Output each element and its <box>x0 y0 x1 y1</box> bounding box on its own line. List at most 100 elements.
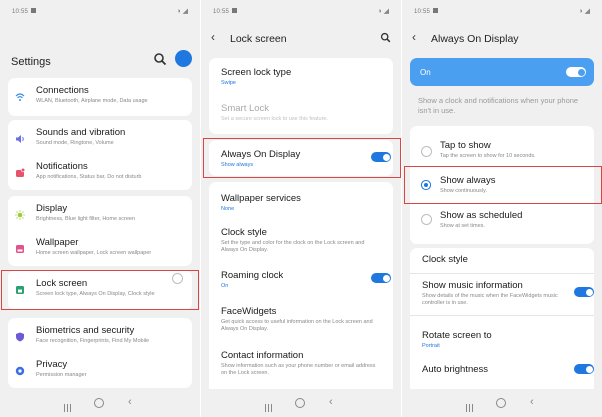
settings-item-privacy[interactable]: Privacy Permission manager <box>8 354 192 388</box>
setting-clock-style[interactable]: Clock style <box>410 254 594 272</box>
settings-screen: 10:55 ◑ ◢ Settings Connections WLAN, Blu… <box>0 0 200 417</box>
option-subtitle: Tap the screen to show for 10 seconds. <box>440 153 536 159</box>
status-bar: 10:55 ◑ ◢ <box>402 0 602 22</box>
page-title: Always On Display <box>431 33 519 45</box>
item-subtitle: WLAN, Bluetooth, Airplane mode, Data usa… <box>36 98 148 104</box>
option-tap-to-show[interactable]: Tap to show Tap the screen to show for 1… <box>428 140 588 166</box>
settings-item-wallpaper[interactable]: Wallpaper Home screen wallpaper, Lock sc… <box>8 232 192 266</box>
item-title: Biometrics and security <box>36 325 135 336</box>
nav-bar: ‹ <box>201 389 401 417</box>
item-title: Clock style <box>221 227 267 238</box>
item-title: Screen lock type <box>221 67 292 78</box>
recents-icon[interactable] <box>466 399 475 412</box>
home-icon[interactable] <box>295 398 305 408</box>
setting-smart-lock[interactable]: Smart Lock Set a secure screen lock to u… <box>209 103 393 129</box>
item-title: Display <box>36 203 68 214</box>
item-subtitle: None <box>221 206 235 212</box>
divider <box>410 273 594 274</box>
item-subtitle: App notifications, Status bar, Do not di… <box>36 174 142 180</box>
item-subtitle: Home screen wallpaper, Lock screen wallp… <box>36 250 152 256</box>
setting-wallpaper-services[interactable]: Wallpaper services None <box>209 193 393 217</box>
always-on-display-master-toggle[interactable] <box>566 67 586 77</box>
item-title: Privacy <box>36 359 68 370</box>
item-subtitle: Set the type and color for the clock on … <box>221 240 365 253</box>
shield-icon <box>16 332 24 342</box>
speaker-icon <box>16 135 24 143</box>
item-subtitle: Swipe <box>221 80 236 86</box>
setting-screen-lock-type[interactable]: Screen lock type Swipe <box>209 67 393 93</box>
search-icon[interactable] <box>380 32 391 43</box>
auto-brightness-toggle[interactable] <box>574 364 594 374</box>
page-title: Settings <box>11 56 51 68</box>
highlight-box <box>404 166 602 204</box>
settings-item-display[interactable]: Display Brightness, Blue light filter, H… <box>8 198 192 232</box>
setting-rotate-screen[interactable]: Rotate screen to Portrait <box>410 330 594 354</box>
feature-description: Show a clock and notifications when your… <box>418 96 579 115</box>
settings-item-sounds[interactable]: Sounds and vibration Sound mode, Rington… <box>8 122 192 156</box>
setting-auto-brightness[interactable]: Auto brightness <box>410 364 594 384</box>
nav-bar: ‹ <box>402 389 602 417</box>
sun-icon <box>15 210 25 220</box>
item-title: Notifications <box>36 161 88 172</box>
item-title: FaceWidgets <box>221 306 277 317</box>
page-title: Lock screen <box>230 33 287 45</box>
always-on-display-screen: 10:55 ◑ ◢ ‹ Always On Display On Show a … <box>402 0 602 417</box>
privacy-icon <box>15 366 25 376</box>
notification-icon <box>31 8 37 13</box>
notification-icon <box>433 8 439 13</box>
settings-item-biometrics[interactable]: Biometrics and security Face recognition… <box>8 320 192 354</box>
divider <box>410 315 594 316</box>
item-title: Wallpaper <box>36 237 79 248</box>
bell-icon <box>16 168 25 177</box>
search-icon[interactable] <box>153 52 167 66</box>
lock-screen-screen: 10:55 ◑ ◢ ‹ Lock screen Screen lock type… <box>201 0 401 417</box>
back-nav-icon[interactable]: ‹ <box>128 396 132 408</box>
item-subtitle: Get quick access to useful information o… <box>221 319 373 332</box>
setting-clock-style[interactable]: Clock style Set the type and color for t… <box>209 227 393 261</box>
item-title: Roaming clock <box>221 270 284 281</box>
item-title: Wallpaper services <box>221 193 301 204</box>
item-subtitle: Show details of the music when the FaceW… <box>422 293 558 306</box>
signal-icon: ◑ ◢ <box>377 8 389 15</box>
wallpaper-icon <box>16 245 24 253</box>
account-avatar[interactable] <box>175 50 192 67</box>
item-subtitle: Portrait <box>422 343 440 349</box>
recents-icon[interactable] <box>265 399 274 412</box>
item-title: Clock style <box>422 254 468 265</box>
back-icon[interactable]: ‹ <box>412 30 416 44</box>
option-show-as-scheduled[interactable]: Show as scheduled Show at set times. <box>428 210 588 236</box>
item-title: Auto brightness <box>422 364 489 375</box>
status-time: 10:55 <box>12 9 29 15</box>
status-time: 10:55 <box>213 9 230 15</box>
home-icon[interactable] <box>496 398 506 408</box>
item-subtitle: Face recognition, Fingerprints, Find My … <box>36 338 150 344</box>
signal-icon: ◑ ◢ <box>578 8 590 15</box>
settings-item-connections[interactable]: Connections WLAN, Bluetooth, Airplane mo… <box>8 80 192 114</box>
setting-contact-information[interactable]: Contact information Show information suc… <box>209 350 393 384</box>
setting-show-music-information[interactable]: Show music information Show details of t… <box>410 280 594 314</box>
wifi-icon <box>15 93 25 101</box>
item-subtitle: Permission manager <box>36 372 87 378</box>
item-subtitle: Show information such as your phone numb… <box>221 363 376 376</box>
option-title: Show as scheduled <box>440 210 523 221</box>
item-subtitle: Brightness, Blue light filter, Home scre… <box>36 216 136 222</box>
recents-icon[interactable] <box>64 399 73 412</box>
home-icon[interactable] <box>94 398 104 408</box>
option-subtitle: Show at set times. <box>440 223 485 229</box>
item-title: Connections <box>36 85 89 96</box>
item-subtitle: Set a secure screen lock to use this fea… <box>221 116 329 122</box>
setting-facewidgets[interactable]: FaceWidgets Get quick access to useful i… <box>209 306 393 340</box>
back-nav-icon[interactable]: ‹ <box>329 396 333 408</box>
setting-roaming-clock[interactable]: Roaming clock On <box>209 270 393 294</box>
master-switch-bar[interactable]: On <box>410 58 594 86</box>
highlight-box <box>1 270 199 310</box>
back-icon[interactable]: ‹ <box>211 30 215 44</box>
roaming-clock-toggle[interactable] <box>371 273 391 283</box>
music-info-toggle[interactable] <box>574 287 594 297</box>
back-nav-icon[interactable]: ‹ <box>530 396 534 408</box>
item-title: Rotate screen to <box>422 330 492 341</box>
screenshot-strip: 10:55 ◑ ◢ Settings Connections WLAN, Blu… <box>0 0 602 417</box>
on-label: On <box>420 68 431 77</box>
item-subtitle: On <box>221 283 229 289</box>
settings-item-notifications[interactable]: Notifications App notifications, Status … <box>8 156 192 190</box>
